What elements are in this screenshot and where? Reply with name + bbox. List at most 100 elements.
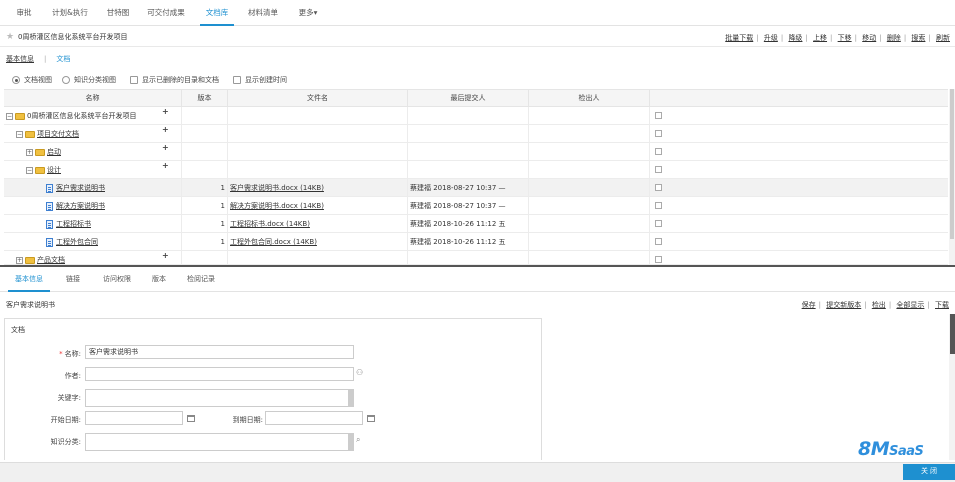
detail-tab-access[interactable]: 访问权限 [96,268,138,292]
table-row[interactable]: − 项目交付文档 + [4,125,948,143]
move-up-button[interactable]: 上移 [813,34,827,42]
kb-category-scrollbar[interactable] [348,434,353,450]
row-checkbox[interactable] [655,202,662,209]
user-picker-icon[interactable]: ⚇ [356,368,363,377]
row-name[interactable]: 项目交付文档 [37,130,79,138]
close-button[interactable]: 关 闭 [903,464,955,480]
doc-view-label: 文档视图 [24,76,52,84]
row-checkbox[interactable] [655,112,662,119]
row-name[interactable]: 客户需求说明书 [56,184,105,192]
tab-approval[interactable]: 审批 [10,0,38,26]
move-down-button[interactable]: 下移 [838,34,852,42]
tab-plan-execution[interactable]: 计划&执行 [47,0,93,26]
row-checkbox[interactable] [655,256,662,263]
show-deleted-checkbox[interactable] [130,76,138,84]
collapse-toggle-icon[interactable]: − [6,112,13,120]
search-button[interactable]: 搜索 [911,34,925,42]
tab-document-library[interactable]: 文档库 [200,0,234,26]
batch-download-button[interactable]: 批量下载 [725,34,753,42]
folder-open-icon [25,130,35,138]
calendar-icon[interactable] [187,415,195,422]
expand-toggle-icon[interactable]: + [16,256,23,264]
table-row[interactable]: + 产品文档 + [4,251,948,265]
word-document-icon [46,237,53,247]
table-row[interactable]: 工程招标书 1 工程招标书.docx (14KB) 蔡建福 2018-10-26… [4,215,948,233]
detail-tab-review-log[interactable]: 检阅记录 [180,268,222,292]
add-child-icon[interactable]: + [162,125,169,134]
detail-tab-basic-info[interactable]: 基本信息 [8,268,50,292]
show-all-button[interactable]: 全部显示 [896,301,924,309]
search-icon[interactable]: ⌕ [356,435,360,445]
row-checkbox[interactable] [655,238,662,245]
move-button[interactable]: 移动 [862,34,876,42]
table-row[interactable]: + 启动 + [4,143,948,161]
downgrade-button[interactable]: 降级 [788,34,802,42]
name-field[interactable]: 客户需求说明书 [85,345,354,359]
add-child-icon[interactable]: + [162,251,169,260]
row-checkbox[interactable] [655,130,662,137]
table-row[interactable]: − 0周桥灌区信息化系统平台开发项目 + [4,107,948,125]
tab-more[interactable]: 更多▾ [292,0,324,26]
subtab-basic-info[interactable]: 基本信息 [6,55,34,63]
upgrade-button[interactable]: 升级 [764,34,778,42]
row-checkout [529,179,650,197]
add-child-icon[interactable]: + [162,161,169,170]
detail-scrollbar-thumb[interactable] [950,314,955,354]
collapse-toggle-icon[interactable]: − [26,166,33,174]
kb-view-radio[interactable] [62,76,70,84]
checkout-button[interactable]: 检出 [872,301,886,309]
star-icon[interactable]: ★ [6,32,14,42]
row-filename-link[interactable]: 解决方案说明书.docx (14KB) [230,202,324,210]
add-child-icon[interactable]: + [162,107,169,116]
row-name[interactable]: 解决方案说明书 [56,202,105,210]
detail-tab-links[interactable]: 链接 [58,268,88,292]
due-date-field[interactable] [265,411,363,425]
row-checkbox[interactable] [655,220,662,227]
col-header-submitter: 最后提交人 [408,90,529,107]
row-name[interactable]: 0周桥灌区信息化系统平台开发项目 [27,112,136,120]
doc-view-radio[interactable] [12,76,20,84]
row-checkout [529,197,650,215]
row-filename-link[interactable]: 客户需求说明书.docx (14KB) [230,184,324,192]
row-filename-link[interactable]: 工程招标书.docx (14KB) [230,220,310,228]
row-checkbox[interactable] [655,166,662,173]
start-date-field[interactable] [85,411,183,425]
tree-scrollbar-thumb[interactable] [950,89,954,239]
expand-toggle-icon[interactable]: + [26,148,33,156]
row-name[interactable]: 启动 [47,148,61,156]
tab-gantt[interactable]: 甘特图 [102,0,134,26]
row-name[interactable]: 工程招标书 [56,220,91,228]
table-row[interactable]: 工程外包合同 1 工程外包合同.docx (14KB) 蔡建福 2018-10-… [4,233,948,251]
table-row[interactable]: 解决方案说明书 1 解决方案说明书.docx (14KB) 蔡建福 2018-0… [4,197,948,215]
save-button[interactable]: 保存 [802,301,816,309]
panel-splitter[interactable] [0,265,955,267]
keyword-field[interactable] [85,389,354,407]
author-field[interactable] [85,367,354,381]
collapse-toggle-icon[interactable]: − [16,130,23,138]
refresh-button[interactable]: 刷新 [936,34,950,42]
kb-category-field[interactable] [85,433,354,451]
detail-tab-versions[interactable]: 版本 [144,268,174,292]
add-child-icon[interactable]: + [162,143,169,152]
show-deleted-label: 显示已删除的目录和文档 [142,76,219,84]
row-checkbox[interactable] [655,148,662,155]
table-row[interactable]: 客户需求说明书 1 客户需求说明书.docx (14KB) 蔡建福 2018-0… [4,179,948,197]
row-name[interactable]: 工程外包合同 [56,238,98,246]
row-checkbox[interactable] [655,184,662,191]
row-name[interactable]: 设计 [47,166,61,174]
calendar-icon[interactable] [367,415,375,422]
keyword-scrollbar[interactable] [348,390,353,406]
row-name[interactable]: 产品文档 [37,256,65,264]
download-button[interactable]: 下载 [935,301,949,309]
row-filename-link[interactable]: 工程外包合同.docx (14KB) [230,238,317,246]
delete-button[interactable]: 删除 [887,34,901,42]
subtab-documents[interactable]: 文档 [56,55,70,63]
tree-scrollbar[interactable] [949,89,955,265]
show-created-checkbox[interactable] [233,76,241,84]
tab-bill-of-materials[interactable]: 材料清单 [244,0,282,26]
col-header-version: 版本 [182,90,228,107]
table-row[interactable]: − 设计 + [4,161,948,179]
tab-deliverables[interactable]: 可交付成果 [143,0,189,26]
submit-new-version-button[interactable]: 提交新版本 [826,301,861,309]
detail-scrollbar[interactable] [949,314,955,460]
